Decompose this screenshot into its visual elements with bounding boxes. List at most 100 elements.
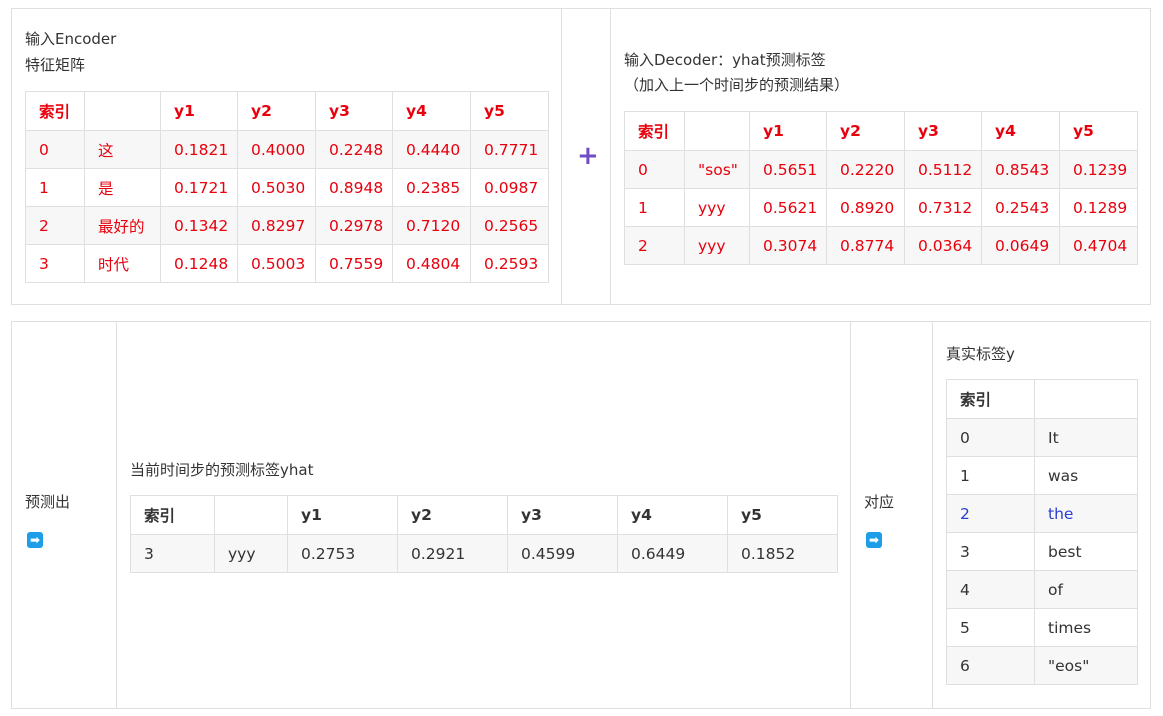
table-row: 3 yyy 0.2753 0.2921 0.4599 0.6449 0.1852: [130, 534, 838, 573]
column-header: y5: [727, 495, 838, 535]
table-cell: 0.2565: [470, 206, 549, 245]
current-prediction-table: 索引 y1 y2 y3 y4 y5 3 yyy 0.2753 0.2921 0.4599 0.644…: [130, 495, 838, 573]
table-cell: was: [1034, 456, 1138, 495]
table-cell: 2: [624, 226, 685, 265]
table-cell: 最好的: [84, 206, 161, 245]
table-cell: "sos": [684, 150, 750, 189]
column-header: [214, 495, 288, 535]
decoder-input-table: 索引 y1 y2 y3 y4 y5 0 "sos" 0.5651 0.2220 0.5112 0.8…: [624, 111, 1138, 265]
table-row: 3 best: [946, 532, 1138, 571]
table-cell: 0.2543: [981, 188, 1060, 227]
bottom-divider-3: [932, 322, 933, 708]
column-header: 索引: [946, 379, 1035, 419]
table-cell: 0.4804: [392, 244, 471, 283]
table-cell: 0.5651: [749, 150, 827, 189]
table-row: 0 这 0.1821 0.4000 0.2248 0.4440 0.7771: [25, 130, 549, 169]
table-cell: "eos": [1034, 646, 1138, 685]
table-cell: 0.7559: [315, 244, 393, 283]
table-cell: 0.7312: [904, 188, 982, 227]
table-cell: times: [1034, 608, 1138, 647]
encoder-feature-table: 索引 y1 y2 y3 y4 y5 0 这 0.1821 0.4000 0.2248 0.4440 0…: [25, 91, 549, 283]
table-cell: 0.3074: [749, 226, 827, 265]
current-step-caption: 当前时间步的预测标签yhat: [130, 461, 314, 479]
column-header: y2: [237, 91, 316, 131]
table-cell: 0.4440: [392, 130, 471, 169]
table-row: 6 "eos": [946, 646, 1138, 685]
encoder-caption-line1: 输入Encoder: [25, 30, 117, 48]
arrow-right-icon: ➡: [27, 532, 43, 548]
table-cell: 0.1721: [160, 168, 238, 207]
top-divider-1: [561, 9, 562, 304]
column-header: 索引: [130, 495, 215, 535]
table-cell: of: [1034, 570, 1138, 609]
bottom-divider-1: [116, 322, 117, 708]
column-header: [684, 111, 750, 151]
bottom-divider-2: [850, 322, 851, 708]
table-cell: 1: [624, 188, 685, 227]
table-cell: 1: [946, 456, 1035, 495]
table-cell: 0.7120: [392, 206, 471, 245]
table-row: 1 yyy 0.5621 0.8920 0.7312 0.2543 0.1289: [624, 188, 1138, 227]
table-row: 4 of: [946, 570, 1138, 609]
decoder-caption-line1: 输入Decoder：yhat预测标签: [624, 51, 826, 69]
table-cell: 0.5112: [904, 150, 982, 189]
table-header-row: 索引: [946, 379, 1138, 419]
table-cell: 2: [946, 494, 1035, 533]
table-cell: 6: [946, 646, 1035, 685]
table-cell: 0: [624, 150, 685, 189]
table-row: 5 times: [946, 608, 1138, 647]
table-cell: the: [1034, 494, 1138, 533]
table-row: 1 是 0.1721 0.5030 0.8948 0.2385 0.0987: [25, 168, 549, 207]
table-row: 3 时代 0.1248 0.5003 0.7559 0.4804 0.2593: [25, 244, 549, 283]
table-cell: 这: [84, 130, 161, 169]
table-cell: 0.4599: [507, 534, 618, 573]
table-cell: 5: [946, 608, 1035, 647]
table-cell: 0: [25, 130, 85, 169]
table-cell: 0.8920: [826, 188, 905, 227]
table-cell: 0.7771: [470, 130, 549, 169]
table-header-row: 索引 y1 y2 y3 y4 y5: [624, 111, 1138, 151]
table-cell: 0.5003: [237, 244, 316, 283]
column-header: [1034, 379, 1138, 419]
column-header: 索引: [25, 91, 85, 131]
table-cell: 0.1342: [160, 206, 238, 245]
table-cell: 0.1239: [1059, 150, 1138, 189]
column-header: y3: [904, 111, 982, 151]
column-header: y5: [1059, 111, 1138, 151]
table-row: 0 It: [946, 418, 1138, 457]
encoder-caption-line2: 特征矩阵: [25, 56, 86, 74]
truth-label-caption: 真实标签y: [946, 345, 1015, 363]
column-header: y4: [617, 495, 728, 535]
table-cell: 0.4000: [237, 130, 316, 169]
table-cell: 0.2921: [397, 534, 508, 573]
table-row: 2 yyy 0.3074 0.8774 0.0364 0.0649 0.4704: [624, 226, 1138, 265]
table-cell: 0.6449: [617, 534, 728, 573]
table-row: 1 was: [946, 456, 1138, 495]
table-cell: 0.1852: [727, 534, 838, 573]
table-row: 2 the: [946, 494, 1138, 533]
column-header: y1: [287, 495, 398, 535]
column-header: y3: [507, 495, 618, 535]
table-cell: best: [1034, 532, 1138, 571]
table-cell: 0.2385: [392, 168, 471, 207]
column-header: [84, 91, 161, 131]
table-row: 0 "sos" 0.5651 0.2220 0.5112 0.8543 0.1239: [624, 150, 1138, 189]
column-header: y1: [160, 91, 238, 131]
table-cell: yyy: [684, 188, 750, 227]
table-cell: 0.4704: [1059, 226, 1138, 265]
table-cell: 0.0987: [470, 168, 549, 207]
table-cell: 0.2753: [287, 534, 398, 573]
column-header: y2: [397, 495, 508, 535]
table-cell: 是: [84, 168, 161, 207]
table-cell: 0.8297: [237, 206, 316, 245]
table-cell: 0.1248: [160, 244, 238, 283]
table-cell: 0.2220: [826, 150, 905, 189]
table-cell: 0.2248: [315, 130, 393, 169]
table-cell: 0.2593: [470, 244, 549, 283]
table-cell: 0.2978: [315, 206, 393, 245]
table-cell: 3: [130, 534, 215, 573]
correspond-label: 对应: [864, 493, 895, 511]
column-header: 索引: [624, 111, 685, 151]
table-cell: 0.8774: [826, 226, 905, 265]
plus-icon: +: [577, 141, 599, 171]
